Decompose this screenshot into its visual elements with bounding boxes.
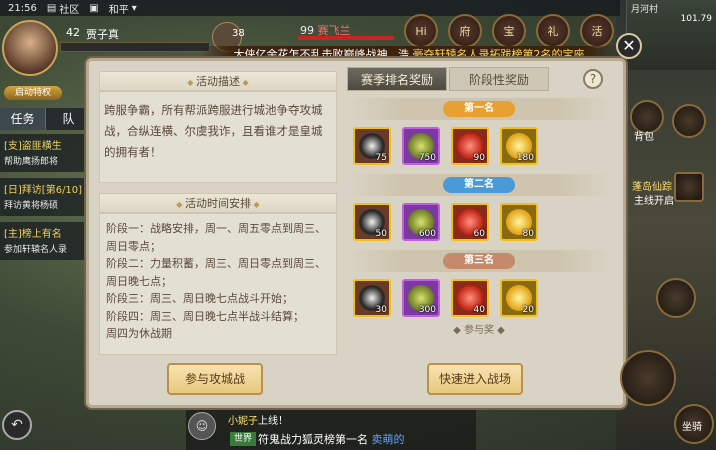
reward-list[interactable]: 第一名 75 750 90 180 第二名 50 600 60 80 第三名 30 300 40 20 ◆ … bbox=[347, 95, 611, 349]
skill-icon[interactable] bbox=[656, 278, 696, 318]
item-count: 20 bbox=[522, 305, 534, 315]
item-count: 50 bbox=[375, 229, 387, 239]
item-count: 300 bbox=[418, 305, 436, 315]
bag-label: 背包 bbox=[634, 132, 654, 143]
privilege-button[interactable]: 启动特权 bbox=[4, 86, 62, 100]
player-name: 贾子真 bbox=[86, 28, 119, 41]
event-info-column: 活动描述 跨服争霸，所有帮派跨服进行城池争夺攻城战，合纵连横、尔虞我诈，且看谁才… bbox=[99, 71, 337, 355]
rank-header: 第一名 bbox=[347, 98, 611, 120]
target-hp-bar bbox=[298, 36, 394, 40]
item-count: 30 bbox=[375, 305, 387, 315]
attack-icon[interactable] bbox=[620, 350, 676, 406]
close-icon[interactable]: ✕ bbox=[616, 33, 642, 59]
help-icon[interactable]: ? bbox=[583, 69, 603, 89]
map-location: 月河村 bbox=[631, 5, 659, 15]
time-header: 活动时间安排 bbox=[99, 193, 337, 213]
item-count: 180 bbox=[516, 153, 534, 163]
herb-icon[interactable]: 600 bbox=[402, 203, 440, 241]
join-siege-button[interactable]: 参与攻城战 bbox=[167, 363, 263, 395]
crystal-icon[interactable]: 90 bbox=[451, 127, 489, 165]
mansion-icon[interactable]: 府 bbox=[448, 14, 482, 48]
player-avatar[interactable] bbox=[2, 20, 58, 76]
gold-orb-icon[interactable]: 20 bbox=[500, 279, 538, 317]
player-hp-bar bbox=[60, 42, 210, 52]
item-count: 600 bbox=[418, 229, 436, 239]
pet-level: 38 bbox=[232, 28, 245, 39]
rewards-column: 赛季排名奖励 阶段性奖励 ? 第一名 75 750 90 180 第二名 50 600 60 80… bbox=[347, 67, 611, 353]
siege-event-panel: 活动描述 跨服争霸，所有帮派跨服进行城池争夺攻城战，合纵连横、尔虞我诈，且看谁才… bbox=[86, 58, 626, 408]
soul-beast-icon[interactable]: 50 bbox=[353, 203, 391, 241]
rank-header: 第三名 bbox=[347, 250, 611, 272]
participation-reward-header: ◆ 参与奖 ◆ bbox=[453, 325, 505, 336]
treasure-icon[interactable]: 宝 bbox=[492, 14, 526, 48]
status-time: 21:56 bbox=[8, 2, 37, 14]
island-event-label[interactable]: 蓬岛仙踪 bbox=[632, 178, 672, 193]
left-tabs: 任务 队 bbox=[0, 108, 92, 130]
map-coordinates: 101.79 bbox=[680, 14, 713, 24]
schedule-line: 阶段一：战略安排，周一、周五零点到周三、周日零点； bbox=[106, 222, 326, 253]
enter-battlefield-button[interactable]: 快速进入战场 bbox=[427, 363, 523, 395]
schedule-line: 阶段二：力量积蓄，周三、周日零点到周三、周日晚七点； bbox=[106, 257, 326, 288]
camera-icon[interactable]: ▣ bbox=[89, 3, 98, 14]
desc-header: 活动描述 bbox=[99, 71, 337, 91]
herb-icon[interactable]: 300 bbox=[402, 279, 440, 317]
schedule-line: 阶段三：周三、周日晚七点战斗开始； bbox=[106, 292, 293, 305]
community-button[interactable]: ▤ 社区 bbox=[47, 1, 79, 16]
rank-badge: 第三名 bbox=[443, 253, 515, 269]
rank-header: 第二名 bbox=[347, 174, 611, 196]
item-count: 40 bbox=[473, 305, 485, 315]
player-level: 42 bbox=[66, 26, 80, 39]
schedule-line: 阶段四：周三、周日晚七点半战斗结算； bbox=[106, 309, 304, 323]
island-event-icon[interactable] bbox=[674, 172, 704, 202]
peace-mode-button[interactable]: 和平 ▾ bbox=[109, 1, 137, 16]
schedule-line: 周四为休战期 bbox=[106, 327, 172, 340]
friends-icon[interactable]: ☺ bbox=[188, 412, 216, 440]
quest-item[interactable]: [主]榜上有名 参加轩辕名人录 bbox=[0, 222, 92, 260]
rank-badge: 第二名 bbox=[443, 177, 515, 193]
event-description: 跨服争霸，所有帮派跨服进行城池争夺攻城战，合纵连横、尔虞我诈，且看谁才是皇城的拥… bbox=[99, 91, 337, 183]
tab-stage-rewards[interactable]: 阶段性奖励 bbox=[449, 67, 549, 91]
item-count: 80 bbox=[522, 229, 534, 239]
herb-icon[interactable]: 750 bbox=[402, 127, 440, 165]
back-icon[interactable]: ↶ bbox=[2, 410, 32, 440]
mount-label: 坐骑 bbox=[682, 422, 702, 433]
reward-items-row: 30 300 40 20 bbox=[347, 275, 611, 323]
chat-channel-tag: 世界 bbox=[230, 432, 257, 446]
island-event-sub: 主线开启 bbox=[634, 196, 674, 207]
minimap[interactable]: 月河村 101.79 bbox=[626, 0, 716, 70]
tab-season-rewards[interactable]: 赛季排名奖励 bbox=[347, 67, 447, 91]
reward-tabs: 赛季排名奖励 阶段性奖励 ? bbox=[347, 67, 611, 91]
item-count: 90 bbox=[473, 153, 485, 163]
item-count: 60 bbox=[473, 229, 485, 239]
soul-beast-icon[interactable]: 75 bbox=[353, 127, 391, 165]
status-bar: 21:56 ▤ 社区 ▣ 和平 ▾ bbox=[0, 0, 620, 16]
gold-orb-icon[interactable]: 80 bbox=[500, 203, 538, 241]
item-count: 750 bbox=[418, 153, 436, 163]
item-count: 75 bbox=[375, 153, 387, 163]
hi-icon[interactable]: Hi bbox=[404, 14, 438, 48]
soul-beast-icon[interactable]: 30 bbox=[353, 279, 391, 317]
refresh-icon[interactable] bbox=[672, 104, 706, 138]
chat-box[interactable]: 小妮子上线！ 世界 符鬼战力狐灵榜第一名 卖萌的 bbox=[186, 410, 476, 450]
gift-icon[interactable]: 礼 bbox=[536, 14, 570, 48]
quest-item[interactable]: [支]盗匪横生 帮助鹰扬郎将 bbox=[0, 134, 92, 172]
crystal-icon[interactable]: 60 bbox=[451, 203, 489, 241]
event-icon[interactable]: 活 bbox=[580, 14, 614, 48]
rank-badge: 第一名 bbox=[443, 101, 515, 117]
tab-tasks[interactable]: 任务 bbox=[0, 108, 46, 130]
reward-items-row: 50 600 60 80 bbox=[347, 199, 611, 247]
crystal-icon[interactable]: 40 bbox=[451, 279, 489, 317]
gold-orb-icon[interactable]: 180 bbox=[500, 127, 538, 165]
quest-item[interactable]: [日]拜访[第6/10] 拜访黄将杨硕 bbox=[0, 178, 92, 216]
event-schedule: 阶段一：战略安排，周一、周五零点到周三、周日零点； 阶段二：力量积蓄，周三、周日… bbox=[99, 213, 337, 355]
reward-items-row: 75 750 90 180 bbox=[347, 123, 611, 171]
